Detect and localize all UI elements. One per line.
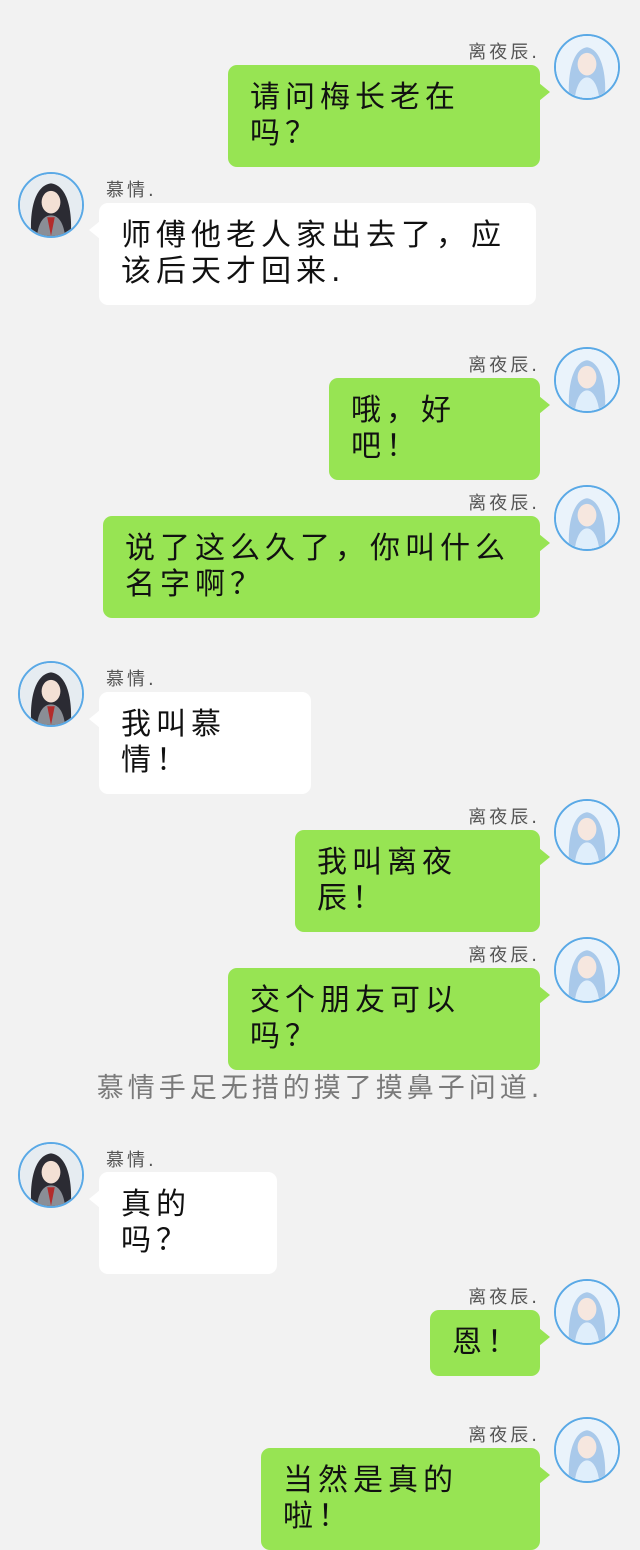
message-bubble[interactable]: 交个朋友可以吗？ <box>228 968 550 1070</box>
girl-avatar-icon[interactable] <box>554 34 620 100</box>
sender-name: 慕情. <box>106 669 157 690</box>
boy-avatar-icon[interactable] <box>18 1142 84 1208</box>
message-bubble[interactable]: 我叫离夜辰！ <box>295 830 550 932</box>
sender-name: 慕情. <box>106 1150 157 1171</box>
message-bubble[interactable]: 我叫慕情！ <box>89 692 311 794</box>
sender-name: 慕情. <box>106 180 157 201</box>
sender-name: 离夜辰. <box>468 945 540 966</box>
girl-avatar-icon[interactable] <box>554 485 620 551</box>
sender-name: 离夜辰. <box>468 1287 540 1308</box>
message-bubble[interactable]: 真的吗？ <box>89 1172 277 1274</box>
sender-name: 离夜辰. <box>468 807 540 828</box>
sender-name: 离夜辰. <box>468 1425 540 1446</box>
sender-name: 离夜辰. <box>468 42 540 63</box>
girl-avatar-icon[interactable] <box>554 347 620 413</box>
sender-name: 离夜辰. <box>468 355 540 376</box>
sender-name: 离夜辰. <box>468 493 540 514</box>
girl-avatar-icon[interactable] <box>554 937 620 1003</box>
boy-avatar-icon[interactable] <box>18 172 84 238</box>
girl-avatar-icon[interactable] <box>554 799 620 865</box>
girl-avatar-icon[interactable] <box>554 1417 620 1483</box>
message-bubble[interactable]: 师傅他老人家出去了，应该后天才回来. <box>89 203 536 305</box>
message-bubble[interactable]: 哦，好吧！ <box>329 378 550 480</box>
girl-avatar-icon[interactable] <box>554 1279 620 1345</box>
narration-text: 慕情手足无措的摸了摸鼻子问道. <box>96 1073 544 1104</box>
message-bubble[interactable]: 说了这么久了，你叫什么名字啊？ <box>103 516 550 618</box>
boy-avatar-icon[interactable] <box>18 661 84 727</box>
message-bubble[interactable]: 恩！ <box>430 1310 550 1376</box>
message-bubble[interactable]: 请问梅长老在吗？ <box>228 65 550 167</box>
message-bubble[interactable]: 当然是真的啦！ <box>261 1448 550 1550</box>
